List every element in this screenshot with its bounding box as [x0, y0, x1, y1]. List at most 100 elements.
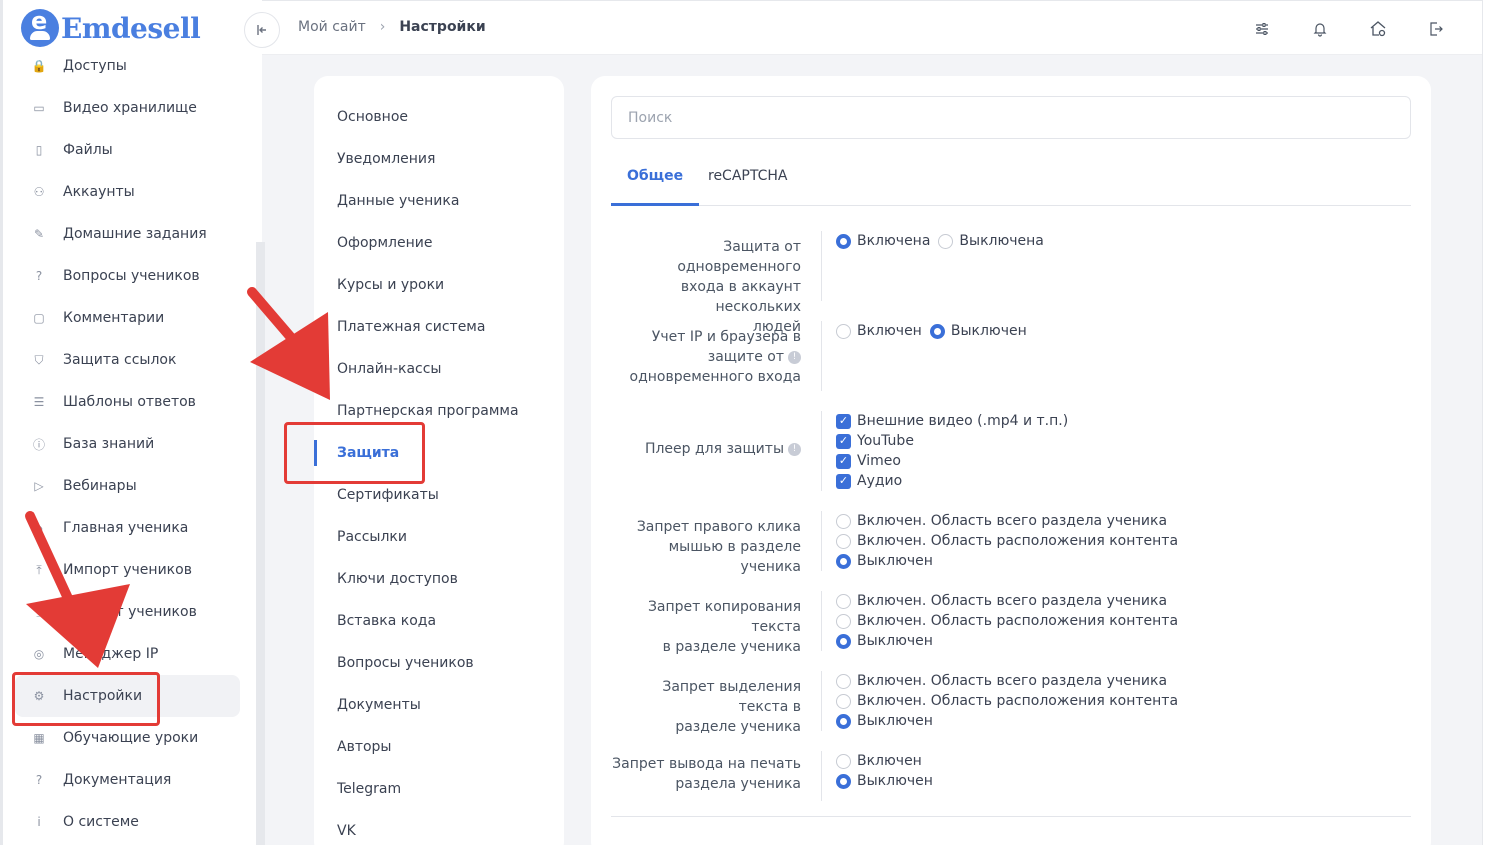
sidebar-item[interactable]: ⚇ Аккаунты: [15, 171, 240, 213]
checkbox[interactable]: ✓: [836, 473, 851, 489]
sidebar-item[interactable]: ⤒ Импорт учеников: [15, 549, 240, 591]
top-header: Мой сайт › Настройки: [244, 0, 1482, 55]
sidebar-item[interactable]: ⌂ Главная ученика: [15, 507, 240, 549]
setting-option[interactable]: ✓ Vimeo: [836, 451, 1068, 471]
settings-menu-item[interactable]: Рассылки: [314, 516, 564, 558]
collapse-sidebar-button[interactable]: [244, 12, 280, 48]
setting-divider: [821, 671, 822, 731]
radio-button[interactable]: [836, 323, 851, 339]
sidebar-item-label: Доступы: [63, 58, 127, 74]
option-label: Включен. Область расположения контента: [857, 693, 1179, 709]
radio-button[interactable]: [836, 233, 851, 249]
upload-icon: ⤒: [36, 562, 42, 577]
sidebar-item[interactable]: ▷ Вебинары: [15, 465, 240, 507]
logout-icon[interactable]: [1426, 19, 1446, 39]
radio-button[interactable]: [836, 713, 851, 729]
radio-button[interactable]: [836, 693, 851, 709]
setting-option[interactable]: Выключен: [836, 771, 933, 791]
radio-button[interactable]: [836, 513, 851, 529]
settings-menu-item[interactable]: Документы: [314, 684, 564, 726]
setting-option[interactable]: Включен: [836, 321, 922, 341]
sliders-icon[interactable]: [1252, 19, 1272, 39]
radio-button[interactable]: [836, 533, 851, 549]
bell-icon[interactable]: [1310, 19, 1330, 39]
settings-menu-item[interactable]: Telegram: [314, 768, 564, 810]
settings-menu-item[interactable]: Уведомления: [314, 138, 564, 180]
setting-option[interactable]: Выключен: [836, 631, 1178, 651]
option-label: Выключена: [959, 233, 1044, 249]
sidebar-item[interactable]: ? Документация: [15, 759, 240, 801]
setting-option[interactable]: Включен. Область расположения контента: [836, 531, 1178, 551]
setting-options: Включен. Область всего раздела ученика Вк…: [836, 671, 1178, 731]
shield-icon: ⛉: [34, 352, 44, 367]
tab[interactable]: Общее: [611, 154, 700, 206]
settings-menu-item[interactable]: VK: [314, 810, 564, 845]
home-gear-icon[interactable]: [1368, 19, 1388, 39]
setting-option[interactable]: Включен. Область расположения контента: [836, 611, 1178, 631]
checkbox[interactable]: ✓: [836, 413, 851, 429]
sidebar-item[interactable]: ? Вопросы учеников: [15, 255, 240, 297]
sidebar-item[interactable]: ☰ Шаблоны ответов: [15, 381, 240, 423]
settings-menu-item[interactable]: Курсы и уроки: [314, 264, 564, 306]
sidebar-item[interactable]: ▯ Файлы: [15, 129, 240, 171]
sidebar-scrollbar[interactable]: [256, 242, 265, 845]
sidebar-item[interactable]: i О системе: [15, 801, 240, 843]
breadcrumb-item-site[interactable]: Мой сайт: [298, 19, 366, 35]
setting-label: Защита от одновременного входа в аккаунт …: [611, 237, 811, 337]
info-box-icon: i: [37, 815, 41, 829]
setting-option[interactable]: Включен. Область всего раздела ученика: [836, 591, 1178, 611]
setting-option[interactable]: ✓ Внешние видео (.mp4 и т.п.): [836, 411, 1068, 431]
setting-option[interactable]: Выключен: [836, 711, 1178, 731]
radio-button[interactable]: [836, 593, 851, 609]
sidebar-item[interactable]: ⓘ База знаний: [15, 423, 240, 465]
setting-option[interactable]: ✓ YouTube: [836, 431, 1068, 451]
radio-button[interactable]: [836, 553, 851, 569]
checkbox[interactable]: ✓: [836, 433, 851, 449]
search-input[interactable]: [611, 96, 1411, 139]
setting-option[interactable]: Выключен: [836, 551, 1178, 571]
info-icon[interactable]: !: [788, 350, 801, 364]
radio-button[interactable]: [836, 633, 851, 649]
sidebar-item[interactable]: ◎ Менеджер IP: [15, 633, 240, 675]
settings-menu-item[interactable]: Основное: [314, 96, 564, 138]
option-label: Выключен: [857, 553, 933, 569]
radio-button[interactable]: [836, 753, 851, 769]
comment-icon: ▢: [33, 311, 45, 325]
radio-button[interactable]: [836, 673, 851, 689]
settings-menu-item[interactable]: Авторы: [314, 726, 564, 768]
sidebar-item[interactable]: ⛉ Защита ссылок: [15, 339, 240, 381]
setting-option[interactable]: Включен: [836, 751, 933, 771]
sidebar-item[interactable]: ▭ Видео хранилище: [15, 87, 240, 129]
radio-button[interactable]: [929, 323, 945, 339]
setting-option[interactable]: Выключен: [929, 321, 1027, 341]
settings-menu-item[interactable]: Ключи доступов: [314, 558, 564, 600]
radio-button[interactable]: [836, 613, 851, 629]
setting-option[interactable]: Включена: [836, 231, 930, 251]
info-icon[interactable]: !: [788, 442, 801, 456]
settings-menu-item[interactable]: Вопросы учеников: [314, 642, 564, 684]
checkbox[interactable]: ✓: [836, 453, 851, 469]
sidebar-item[interactable]: ⤓ Экспорт учеников: [15, 591, 240, 633]
settings-menu-item[interactable]: Вставка кода: [314, 600, 564, 642]
option-label: Включен. Область всего раздела ученика: [857, 673, 1168, 689]
brand-logo[interactable]: e Emdesell: [21, 7, 201, 48]
setting-option[interactable]: Выключена: [938, 231, 1044, 251]
settings-menu-item[interactable]: Онлайн-кассы: [314, 348, 564, 390]
setting-option[interactable]: Включен. Область всего раздела ученика: [836, 511, 1178, 531]
setting-options: Включен. Область всего раздела ученика Вк…: [836, 591, 1178, 651]
setting-option[interactable]: Включен. Область расположения контента: [836, 691, 1178, 711]
sidebar-item-label: База знаний: [63, 436, 155, 452]
radio-button[interactable]: [938, 233, 954, 249]
sidebar-item[interactable]: 🔒 Доступы: [15, 45, 240, 87]
sidebar-item-label: Аккаунты: [63, 184, 135, 200]
settings-menu-item[interactable]: Данные ученика: [314, 180, 564, 222]
info-icon: ⓘ: [32, 437, 45, 452]
settings-menu-item[interactable]: Оформление: [314, 222, 564, 264]
sidebar-item[interactable]: ✎ Домашние задания: [15, 213, 240, 255]
tab[interactable]: reCAPTCHA: [692, 154, 803, 206]
settings-menu-item[interactable]: Платежная система: [314, 306, 564, 348]
setting-option[interactable]: ✓ Аудио: [836, 471, 1068, 491]
radio-button[interactable]: [836, 773, 851, 789]
sidebar-item[interactable]: ▢ Комментарии: [15, 297, 240, 339]
setting-option[interactable]: Включен. Область всего раздела ученика: [836, 671, 1178, 691]
